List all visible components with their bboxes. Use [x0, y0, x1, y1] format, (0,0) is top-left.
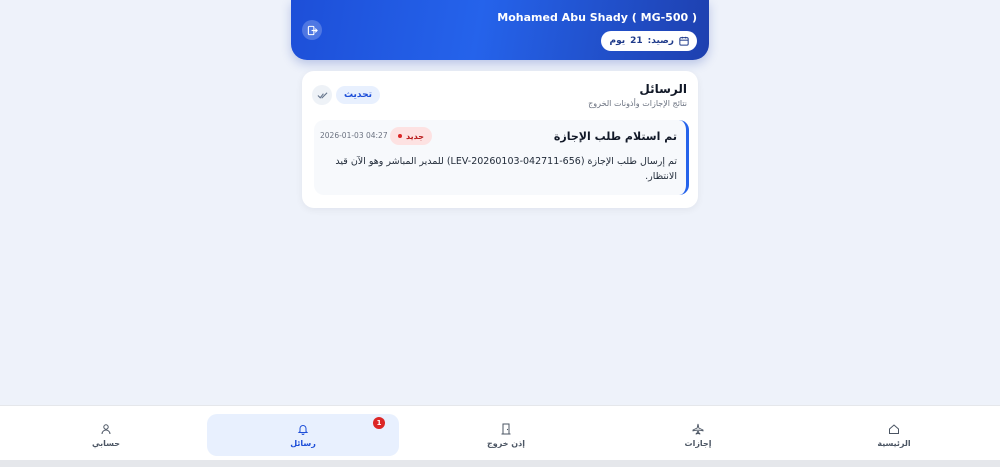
- home-icon: [889, 423, 899, 434]
- user-icon: [101, 423, 111, 434]
- balance-label: رصيد:: [647, 36, 674, 46]
- message-title: تم استلام طلب الإجازة: [553, 130, 677, 143]
- nav-label-leaves: إجازات: [684, 438, 712, 448]
- message-card[interactable]: تم استلام طلب الإجازة جديد 2026-01-03 04…: [314, 120, 689, 195]
- calendar-icon: [679, 36, 689, 46]
- bottom-divider: [0, 460, 1000, 467]
- panel-title: الرسائل: [639, 82, 687, 96]
- bottom-navigation: الرئيسية إجازات إذن خروج رسائل 1 حسابي: [0, 405, 1000, 467]
- nav-label-messages: رسائل: [290, 438, 316, 448]
- double-check-icon: [317, 91, 327, 99]
- new-badge: جديد: [390, 127, 433, 145]
- nav-item-account[interactable]: حسابي: [10, 414, 202, 456]
- plane-icon: [692, 423, 704, 435]
- profile-header: Mohamed Abu Shady ( MG-500 ) رصيد: 21 يو…: [291, 0, 709, 60]
- panel-subtitle: نتائج الإجازات وأذونات الخروج: [588, 99, 687, 108]
- nav-item-home[interactable]: الرئيسية: [798, 414, 990, 456]
- refresh-button[interactable]: تحديث: [336, 86, 380, 104]
- balance-value: 21: [630, 36, 643, 46]
- logout-button[interactable]: [302, 20, 322, 40]
- messages-panel: الرسائل نتائج الإجازات وأذونات الخروج تح…: [302, 71, 698, 208]
- nav-item-exit-permit[interactable]: إذن خروج: [410, 414, 602, 456]
- message-badge-label: جديد: [406, 131, 425, 141]
- messages-count-badge: 1: [373, 417, 385, 429]
- nav-label-account: حسابي: [91, 438, 120, 448]
- balance-pill: رصيد: 21 يوم: [601, 31, 697, 51]
- message-date: 2026-01-03 04:27: [320, 131, 388, 140]
- bell-icon: [297, 424, 309, 435]
- door-icon: [501, 423, 511, 434]
- nav-label-home: الرئيسية: [877, 438, 911, 448]
- balance-unit: يوم: [609, 36, 626, 46]
- nav-item-messages[interactable]: رسائل 1: [207, 414, 399, 456]
- mark-all-read-button[interactable]: [312, 85, 332, 105]
- message-body: تم إرسال طلب الإجازة (LEV-20260103-04271…: [335, 156, 677, 182]
- user-name: Mohamed Abu Shady ( MG-500 ): [497, 11, 697, 24]
- nav-item-leaves[interactable]: إجازات: [602, 414, 794, 456]
- new-dot-icon: [398, 134, 402, 138]
- logout-icon: [307, 25, 318, 35]
- nav-label-exit-permit: إذن خروج: [487, 438, 525, 448]
